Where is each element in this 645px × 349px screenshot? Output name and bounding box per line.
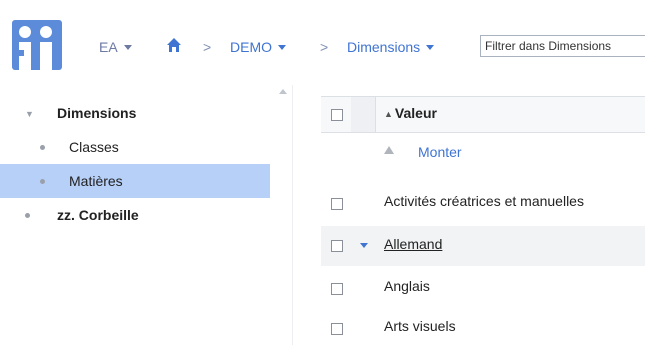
tree-collapse-icon[interactable]: ▼ [25,97,34,131]
org-label: EA [99,39,118,55]
row-checkbox[interactable] [331,283,343,295]
table-header: ▲ Valeur [321,96,645,133]
breadcrumb-separator: > [320,39,329,55]
table-row[interactable]: Arts visuels [321,309,645,349]
select-all-checkbox[interactable] [331,109,343,121]
tree-item-matieres[interactable]: Matières [0,164,270,198]
tree-item-label: zz. Corbeille [57,207,139,223]
tree-item-corbeille[interactable]: zz. Corbeille [0,198,270,232]
home-icon[interactable] [166,37,182,57]
tree-item-label: Classes [69,139,119,155]
row-label[interactable]: Allemand [384,236,442,252]
bullet-icon [40,130,45,164]
row-checkbox[interactable] [331,240,343,252]
breadcrumb-separator: > [203,39,212,55]
table-row[interactable]: Allemand [321,226,645,266]
row-label: Activités créatrices et manuelles [384,193,584,209]
sort-menu-row[interactable]: Monter [321,133,645,169]
bullet-icon [25,198,30,232]
org-menu[interactable]: EA [99,38,132,56]
breadcrumb-demo-label: DEMO [230,39,272,55]
breadcrumb-dimensions-label: Dimensions [347,39,421,55]
tree-item-dimensions[interactable]: ▼ Dimensions [0,96,270,130]
tree-item-classes[interactable]: Classes [0,130,270,164]
row-label: Anglais [384,278,430,294]
table-row[interactable]: Activités créatrices et manuelles [321,184,645,224]
caret-down-icon [278,45,286,50]
header-spacer [351,97,376,132]
table-row[interactable]: Anglais [321,269,645,309]
app-logo[interactable] [12,20,62,70]
row-label: Arts visuels [384,318,456,334]
tree-item-label: Dimensions [57,105,137,121]
column-header-valeur[interactable]: ▲ Valeur [384,105,437,121]
sort-up-icon [384,146,394,154]
bullet-icon [40,164,45,198]
pane-divider[interactable] [292,85,293,345]
row-checkbox[interactable] [331,198,343,210]
dimension-tree: ▼ Dimensions Classes Matières zz. Corbei… [0,96,270,232]
tree-item-label: Matières [69,173,123,189]
expand-caret-icon[interactable] [360,243,368,248]
breadcrumb-demo[interactable]: DEMO [230,38,286,56]
breadcrumb-dimensions[interactable]: Dimensions [347,38,435,56]
caret-down-icon [123,45,132,50]
row-checkbox[interactable] [331,323,343,335]
header-checkbox-cell [321,97,352,132]
scroll-up-arrow-icon[interactable] [279,89,287,94]
caret-down-icon [426,45,435,50]
sort-monter-link[interactable]: Monter [418,144,462,160]
filter-input[interactable] [480,35,645,57]
sort-up-icon: ▲ [384,109,393,119]
column-header-label: Valeur [394,105,437,121]
